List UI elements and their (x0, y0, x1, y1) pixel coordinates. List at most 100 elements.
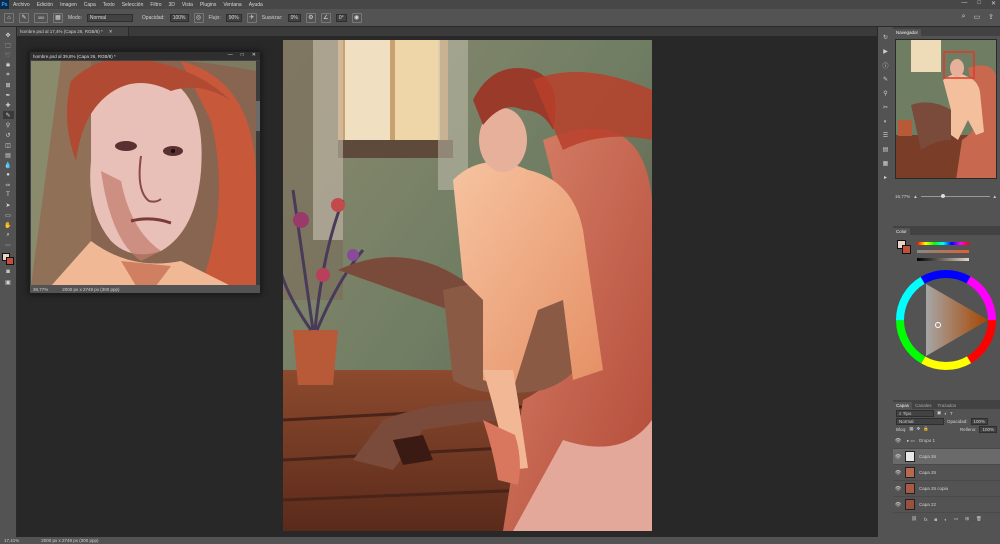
floating-window-titlebar[interactable]: hombre.psd al 39,8% (Capa 26, RGB/8) * —… (30, 52, 260, 60)
angle-icon[interactable]: ∠ (320, 12, 331, 23)
actions-icon[interactable]: ▶ (881, 47, 890, 56)
color-swatch-pair[interactable] (897, 240, 911, 254)
quick-mask-icon[interactable]: ◙ (3, 268, 14, 276)
mode-select[interactable]: Normal (86, 13, 133, 22)
menu-ayuda[interactable]: Ayuda (249, 2, 263, 8)
lock-pixels-icon[interactable]: ▦ (909, 426, 913, 432)
saturation-slider[interactable] (917, 250, 969, 253)
document-tab[interactable]: hombre.psd al 17,4% (Capa 26, RGB/8) * ✕ (17, 27, 129, 36)
layer-row[interactable]: 👁 ▸ ▭ Grupo 1 (893, 433, 1000, 449)
hand-tool-icon[interactable]: ✋ (3, 221, 14, 229)
pressure-size-icon[interactable]: ◉ (351, 12, 362, 23)
layer-row-selected[interactable]: 👁 Capa 26 (893, 449, 1000, 465)
navigator-zoom-knob[interactable] (941, 194, 946, 198)
brush-preset-icon[interactable]: ✎ (19, 12, 29, 23)
blur-tool-icon[interactable]: 💧 (3, 161, 14, 169)
menu-texto[interactable]: Texto (103, 2, 115, 8)
menu-vista[interactable]: Vista (182, 2, 193, 8)
menu-capa[interactable]: Capa (84, 2, 96, 8)
layer-row[interactable]: 👁 Capa 25 (893, 465, 1000, 481)
new-group-icon[interactable]: ▭ (954, 516, 958, 522)
healing-brush-tool-icon[interactable]: ✚ (3, 101, 14, 109)
close-button[interactable]: ✕ (991, 0, 996, 7)
rectangle-tool-icon[interactable]: ▭ (3, 211, 14, 219)
clone-source-icon[interactable]: ⚲ (881, 89, 890, 98)
tab-navigator[interactable]: Navegador (893, 29, 922, 36)
move-tool-icon[interactable]: ✥ (3, 31, 14, 39)
type-tool-icon[interactable]: T (3, 191, 14, 199)
menu-filtro[interactable]: Filtro (150, 2, 161, 8)
menu-imagen[interactable]: Imagen (60, 2, 77, 8)
blend-mode-select[interactable]: Normal (896, 417, 944, 425)
flow-field[interactable]: 90% (225, 13, 242, 22)
minimize-button[interactable]: — (961, 0, 967, 7)
tab-trazados[interactable]: Trazados (935, 402, 960, 409)
zoomed-face-image[interactable] (31, 61, 256, 286)
menu-3d[interactable]: 3D (169, 2, 175, 8)
eyedropper-tool-icon[interactable]: ✒ (3, 91, 14, 99)
history-brush-tool-icon[interactable]: ↺ (3, 131, 14, 139)
pen-tool-icon[interactable]: ✑ (3, 181, 14, 189)
navigator-zoom-slider[interactable] (920, 194, 990, 198)
home-icon[interactable]: ⌂ (4, 12, 14, 23)
swatches-icon[interactable]: ▦ (881, 159, 890, 168)
floating-zoom-value[interactable]: 38,77% (33, 287, 48, 292)
angle-field[interactable]: 0° (335, 13, 347, 22)
visibility-eye-icon[interactable]: 👁 (893, 438, 903, 444)
add-mask-icon[interactable]: ◙ (935, 517, 938, 522)
lasso-tool-icon[interactable]: ➰ (3, 51, 14, 59)
artwork-canvas[interactable] (283, 40, 652, 531)
brush-tool-icon[interactable]: ✎ (2, 111, 14, 119)
delete-layer-icon[interactable]: 🗑 (976, 516, 982, 522)
layer-row[interactable]: 👁 Capa 25 copia (893, 481, 1000, 497)
info-icon[interactable]: ⓘ (881, 61, 890, 70)
visibility-eye-icon[interactable]: 👁 (893, 470, 903, 476)
brush-settings-icon[interactable]: ▦ (53, 12, 63, 23)
hue-slider[interactable] (917, 242, 969, 245)
adjustment-layer-icon[interactable]: ◐ (944, 517, 947, 522)
crop-tool-icon[interactable]: ⌗ (3, 71, 14, 79)
search-icon[interactable]: ⌕ (962, 13, 966, 21)
smoothing-options-icon[interactable]: ⚙ (305, 12, 316, 23)
filter-pixel-icon[interactable]: ▣ (937, 410, 941, 416)
filter-type-icon[interactable]: T (950, 411, 953, 416)
maximize-button[interactable]: □ (977, 0, 981, 7)
adjustments-icon[interactable]: ◐ (881, 117, 890, 126)
clone-stamp-tool-icon[interactable]: ⚲ (3, 121, 14, 129)
filter-adjust-icon[interactable]: ◐ (944, 411, 947, 416)
screen-mode-icon[interactable]: ▣ (3, 278, 14, 286)
floating-maximize-icon[interactable]: □ (241, 52, 244, 58)
navigator-thumbnail[interactable] (895, 39, 997, 179)
color-swatches[interactable] (1, 253, 15, 266)
lock-position-icon[interactable]: ✥ (917, 426, 921, 432)
floating-scrollbar[interactable] (256, 61, 260, 286)
menu-plugins[interactable]: Plugins (200, 2, 216, 8)
pressure-opacity-icon[interactable]: ◎ (193, 12, 204, 23)
menu-archivo[interactable]: Archivo (13, 2, 30, 8)
link-layers-icon[interactable]: ⛓ (911, 516, 917, 522)
brush-size-picker[interactable]: 300 (34, 12, 48, 23)
background-color-swatch[interactable] (5, 257, 14, 265)
panel-background-swatch[interactable] (902, 245, 911, 254)
tool-presets-icon[interactable]: ✂ (881, 103, 890, 112)
gradient-tool-icon[interactable]: ▤ (3, 151, 14, 159)
status-zoom-value[interactable]: 17,41% (4, 538, 19, 543)
brightness-slider[interactable] (917, 258, 969, 261)
tab-color[interactable]: Color (893, 228, 910, 235)
tab-canales[interactable]: Canales (912, 402, 935, 409)
layer-row[interactable]: 👁 Capa 22 (893, 497, 1000, 513)
share-icon[interactable]: ⇪ (988, 13, 994, 21)
airbrush-icon[interactable]: ✈ (246, 12, 257, 23)
menu-ventana[interactable]: Ventana (223, 2, 241, 8)
brush-settings-panel-icon[interactable]: ✎ (881, 75, 890, 84)
floating-document-window[interactable]: hombre.psd al 39,8% (Capa 26, RGB/8) * —… (29, 51, 261, 294)
eraser-tool-icon[interactable]: ◫ (3, 141, 14, 149)
menu-edicion[interactable]: Edición (37, 2, 53, 8)
floating-close-icon[interactable]: ✕ (252, 52, 256, 58)
visibility-eye-icon[interactable]: 👁 (893, 486, 903, 492)
smoothing-field[interactable]: 0% (287, 13, 301, 22)
floating-minimize-icon[interactable]: — (228, 52, 233, 58)
zoom-tool-icon[interactable]: ⌕ (3, 231, 14, 239)
color-wheel[interactable] (896, 270, 996, 370)
workspace-icon[interactable]: ▭ (974, 13, 981, 21)
